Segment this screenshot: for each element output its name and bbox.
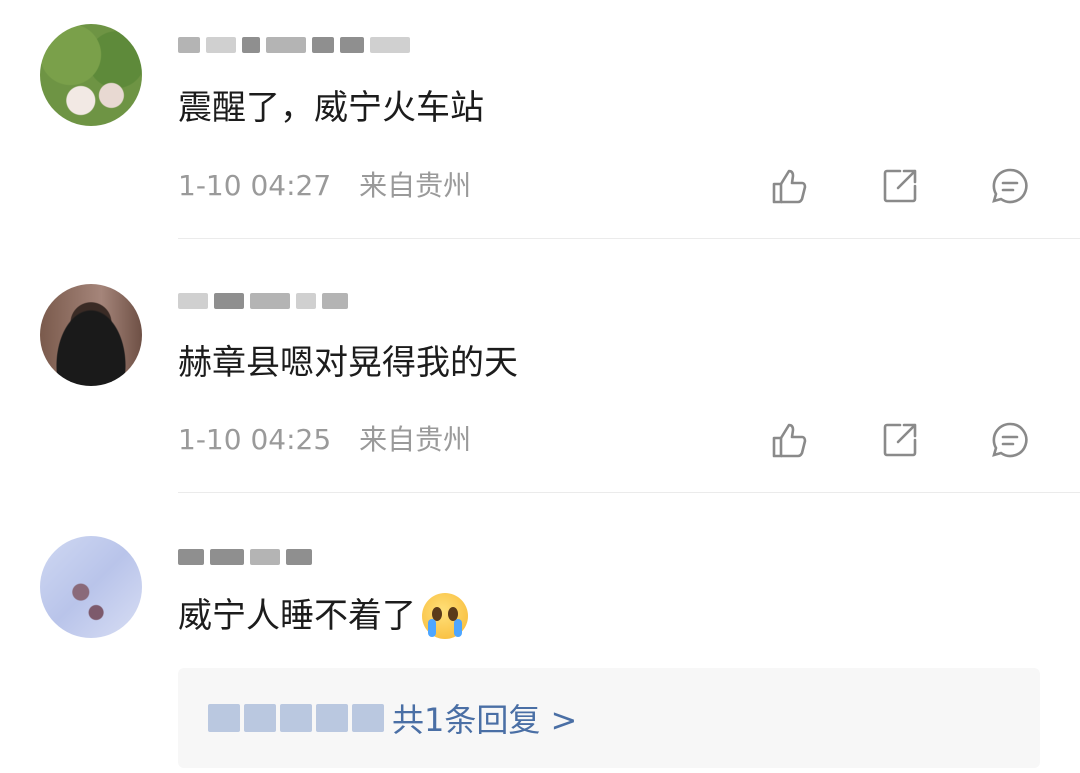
avatar[interactable]	[40, 24, 142, 126]
username-blurred[interactable]	[178, 28, 410, 62]
like-button[interactable]	[700, 163, 810, 209]
comment-button[interactable]	[920, 163, 1030, 209]
comment-location: 来自贵州	[359, 169, 472, 202]
comment-time: 1-10 04:25	[178, 423, 332, 456]
share-icon	[883, 423, 917, 457]
comment-feed: 震醒了，威宁火车站 1-10 04:27 来自贵州 赫章县嗯对晃得我的天 1-1…	[0, 0, 1080, 773]
comment-button[interactable]	[920, 417, 1030, 463]
comment-icon	[992, 168, 1028, 204]
thumbs-up-icon	[772, 169, 807, 204]
avatar[interactable]	[40, 284, 142, 386]
comment-meta: 1-10 04:27 来自贵州	[178, 168, 471, 204]
share-button[interactable]	[810, 417, 920, 463]
share-button[interactable]	[810, 163, 920, 209]
like-button[interactable]	[700, 417, 810, 463]
reply-username-blurred	[208, 704, 384, 732]
comment-actions	[700, 163, 1030, 209]
comment-text: 震醒了，威宁火车站	[178, 88, 484, 128]
crying-face-emoji	[422, 593, 468, 639]
comment-actions	[700, 417, 1030, 463]
username-blurred[interactable]	[178, 540, 312, 574]
reply-count-label: 共1条回复 >	[392, 701, 578, 739]
comment-time: 1-10 04:27	[178, 169, 332, 202]
thumbs-up-icon	[772, 423, 807, 458]
comment-text: 威宁人睡不着了	[178, 593, 468, 639]
username-blurred[interactable]	[178, 284, 348, 318]
comment-meta: 1-10 04:25 来自贵州	[178, 422, 471, 458]
share-icon	[883, 169, 917, 203]
divider	[178, 238, 1080, 239]
divider	[178, 492, 1080, 493]
comment-text-content: 威宁人睡不着了	[178, 596, 416, 636]
comment-icon	[992, 422, 1028, 458]
reply-summary-button[interactable]: 共1条回复 >	[178, 668, 1040, 768]
avatar[interactable]	[40, 536, 142, 638]
comment-location: 来自贵州	[359, 423, 472, 456]
comment-text: 赫章县嗯对晃得我的天	[178, 343, 518, 383]
